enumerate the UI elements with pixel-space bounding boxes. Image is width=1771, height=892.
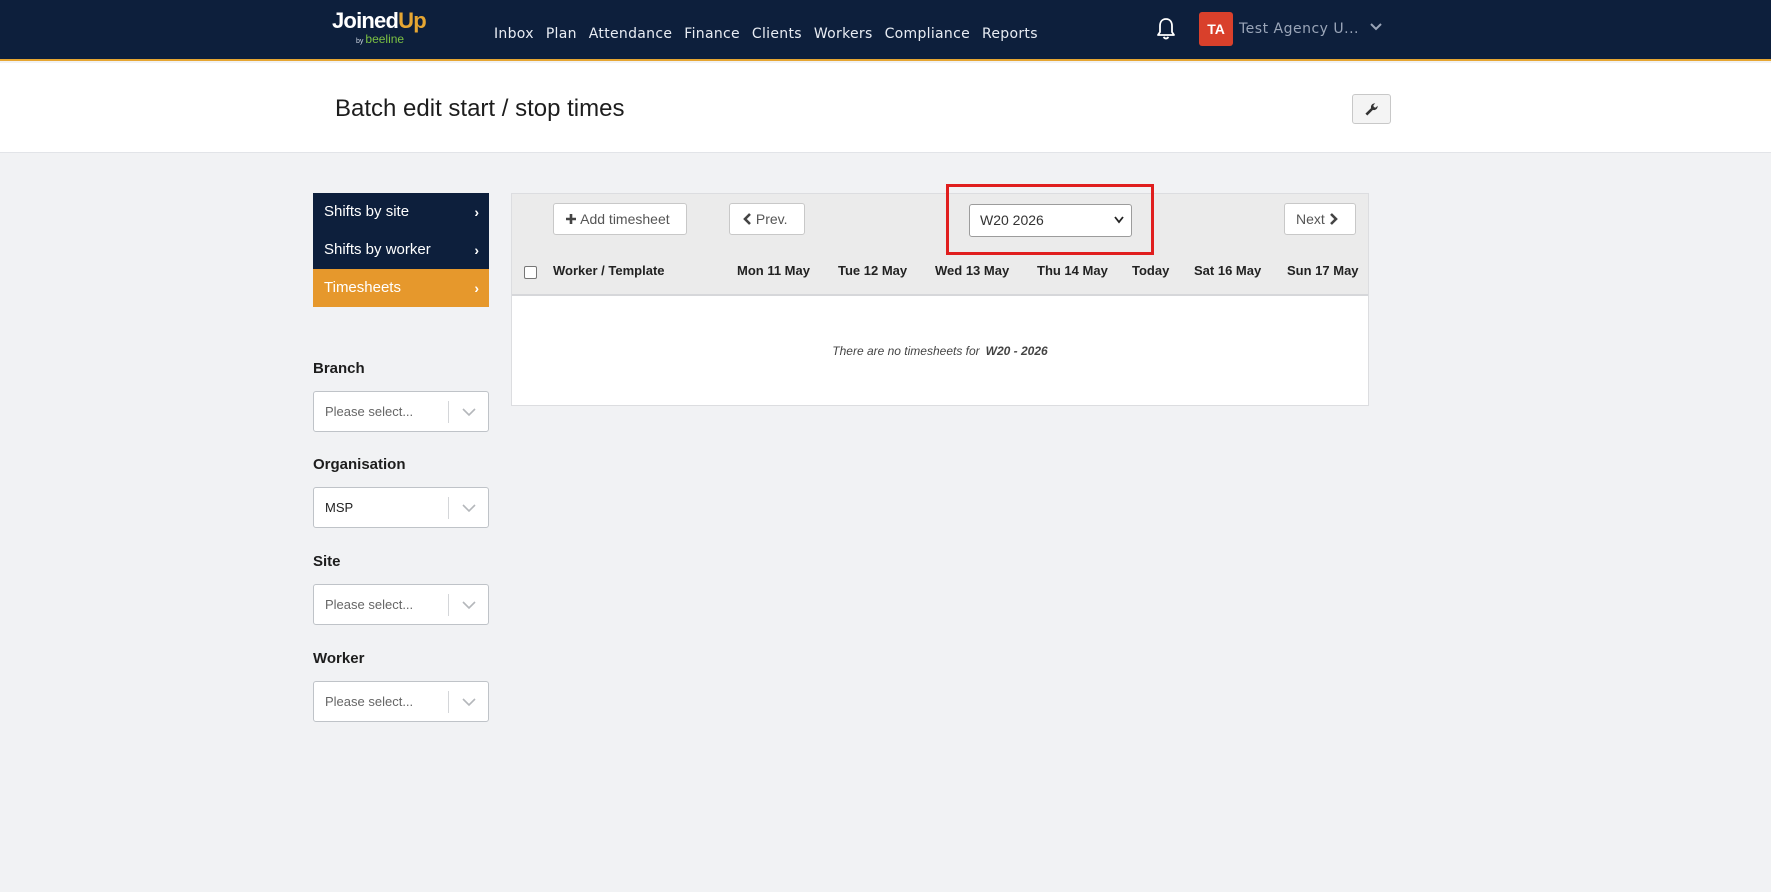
sidebar-item-timesheets[interactable]: Timesheets › (313, 269, 489, 307)
chevron-down-icon[interactable] (1370, 23, 1382, 31)
page-title: Batch edit start / stop times (335, 95, 625, 122)
column-header-tue: Tue 12 May (838, 263, 908, 278)
empty-state-text: There are no timesheets for (832, 344, 980, 358)
column-header-sun: Sun 17 May (1287, 263, 1359, 278)
select-all-checkbox[interactable] (524, 266, 537, 279)
logo-by: by (356, 38, 364, 45)
nav-plan[interactable]: Plan (546, 24, 577, 44)
branch-select[interactable]: Please select... (313, 391, 489, 432)
sidebar-menu: Shifts by site › Shifts by worker › Time… (313, 193, 489, 307)
chevron-down-icon (462, 504, 476, 513)
chevron-down-icon (462, 408, 476, 417)
nav-inbox[interactable]: Inbox (494, 24, 534, 44)
column-header-sat: Sat 16 May (1194, 263, 1262, 278)
nav-workers[interactable]: Workers (814, 24, 873, 44)
column-header-today: Today (1132, 263, 1170, 278)
column-header-mon: Mon 11 May (737, 263, 810, 278)
chevron-right-icon: › (474, 280, 479, 296)
panel-header: Add timesheet Prev. W20 2026 Next Worker… (512, 194, 1368, 296)
notification-bell-icon[interactable] (1156, 17, 1176, 41)
chevron-down-icon (462, 601, 476, 610)
worker-select[interactable]: Please select... (313, 681, 489, 722)
wrench-icon (1365, 103, 1378, 116)
column-header-worker: Worker / Template (553, 263, 665, 278)
nav-finance[interactable]: Finance (684, 24, 740, 44)
logo-text-primary: Joined (332, 8, 399, 33)
chevron-right-icon (1329, 213, 1338, 225)
week-select[interactable]: W20 2026 (969, 204, 1132, 237)
chevron-right-icon: › (474, 242, 479, 258)
sidebar-item-shifts-by-worker[interactable]: Shifts by worker › (313, 231, 489, 269)
next-week-button[interactable]: Next (1284, 203, 1356, 235)
site-select[interactable]: Please select... (313, 584, 489, 625)
nav-compliance[interactable]: Compliance (885, 24, 970, 44)
top-navbar: JoinedUp by beeline Inbox Plan Attendance… (0, 0, 1771, 61)
plus-icon (566, 214, 576, 224)
user-avatar[interactable]: TA (1199, 12, 1233, 46)
sidebar-item-label: Shifts by site (324, 203, 410, 220)
chevron-down-icon (462, 698, 476, 707)
branch-label: Branch (313, 360, 365, 377)
site-label: Site (313, 553, 341, 570)
next-week-label: Next (1296, 211, 1325, 227)
branch-select-value: Please select... (325, 404, 414, 419)
sidebar-item-label: Timesheets (324, 279, 401, 296)
page-header (0, 63, 1771, 153)
settings-button[interactable] (1352, 94, 1391, 124)
organisation-select[interactable]: MSP (313, 487, 489, 528)
nav-clients[interactable]: Clients (752, 24, 802, 44)
nav-attendance[interactable]: Attendance (589, 24, 672, 44)
worker-label: Worker (313, 650, 365, 667)
timesheets-panel: Add timesheet Prev. W20 2026 Next Worker… (511, 193, 1369, 406)
add-timesheet-label: Add timesheet (580, 211, 670, 227)
chevron-down-icon (1114, 216, 1124, 224)
empty-state-week: W20 - 2026 (985, 344, 1048, 358)
select-separator (448, 401, 449, 423)
joinedup-logo[interactable]: JoinedUp by beeline (332, 9, 432, 49)
organisation-select-value: MSP (325, 500, 354, 515)
sidebar-item-label: Shifts by worker (324, 241, 431, 258)
column-header-wed: Wed 13 May (935, 263, 1010, 278)
add-timesheet-button[interactable]: Add timesheet (553, 203, 687, 235)
worker-select-value: Please select... (325, 694, 414, 709)
main-nav: Inbox Plan Attendance Finance Clients Wo… (494, 24, 1050, 44)
logo-text-accent: Up (398, 8, 427, 33)
chevron-left-icon (743, 213, 751, 225)
column-header-thu: Thu 14 May (1037, 263, 1108, 278)
user-name[interactable]: Test Agency U... (1239, 20, 1359, 38)
prev-week-label: Prev. (755, 211, 788, 227)
select-separator (448, 594, 449, 616)
nav-reports[interactable]: Reports (982, 24, 1038, 44)
logo-sub-text: beeline (365, 32, 405, 46)
sidebar-item-shifts-by-site[interactable]: Shifts by site › (313, 193, 489, 231)
organisation-label: Organisation (313, 456, 406, 473)
select-separator (448, 497, 449, 519)
week-select-value: W20 2026 (980, 212, 1044, 228)
chevron-right-icon: › (474, 204, 479, 220)
empty-state-message: There are no timesheets for W20 - 2026 (512, 344, 1368, 358)
prev-week-button[interactable]: Prev. (729, 203, 805, 235)
site-select-value: Please select... (325, 597, 414, 612)
select-separator (448, 691, 449, 713)
